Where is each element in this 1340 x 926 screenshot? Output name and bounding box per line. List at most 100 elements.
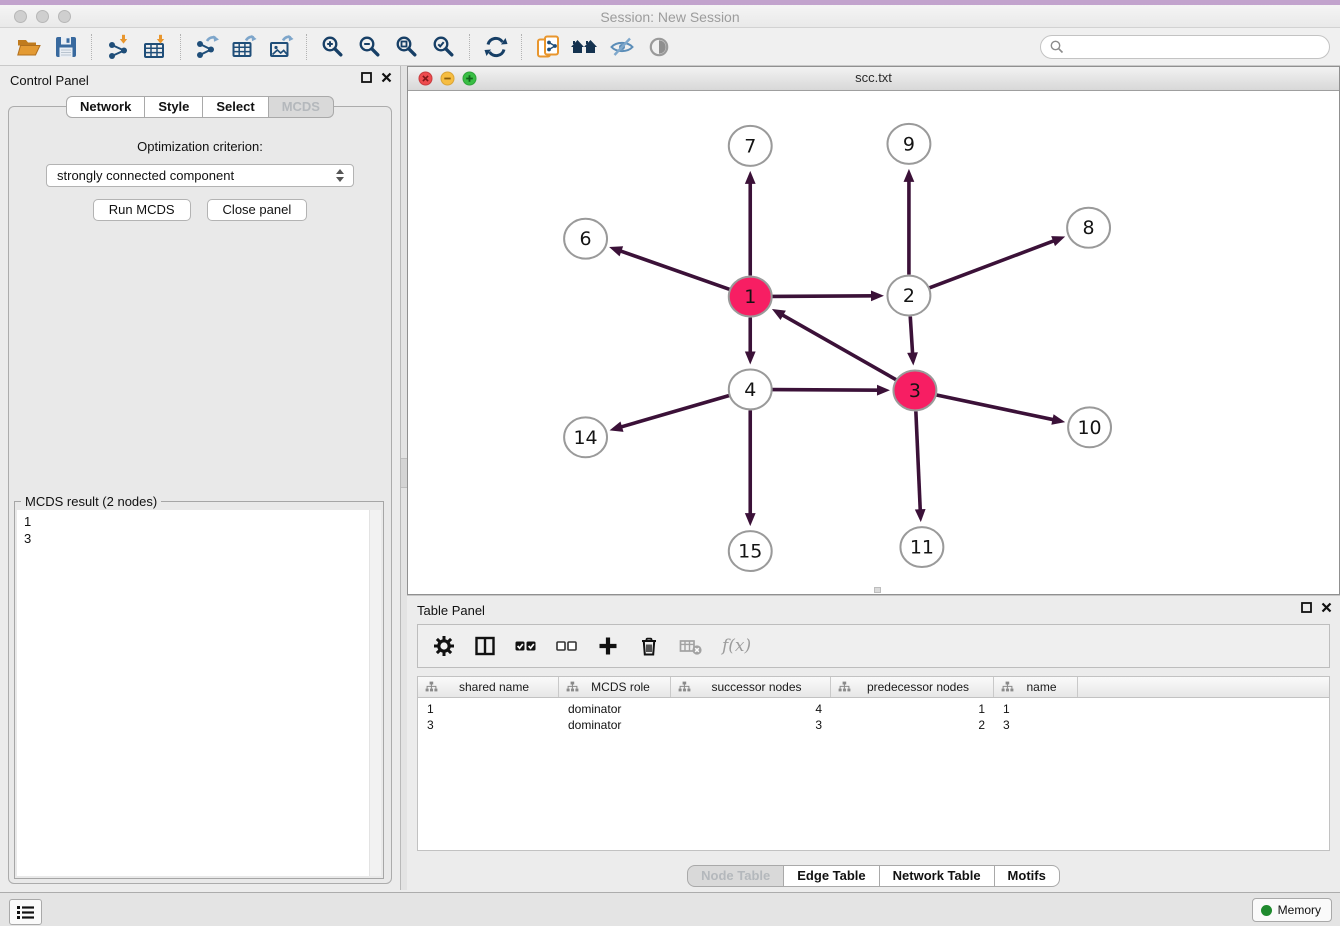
zoom-out-button[interactable]: [351, 31, 388, 63]
clone-network-button[interactable]: [529, 31, 566, 63]
first-neighbors-button[interactable]: [566, 31, 603, 63]
edge-1-to-4[interactable]: [745, 318, 756, 365]
close-panel-icon[interactable]: [1321, 602, 1332, 613]
network-canvas[interactable]: 7 9 6 8 1 2 4 3 14 10 15 11: [408, 90, 1339, 594]
table-panel-tabs: Node TableEdge TableNetwork TableMotifs: [407, 865, 1340, 887]
edge-1-to-6[interactable]: [609, 246, 730, 289]
graph-node-15[interactable]: 15: [729, 531, 772, 571]
export-table-button[interactable]: [225, 31, 262, 63]
tab-edge-table[interactable]: Edge Table: [784, 865, 879, 887]
criterion-select[interactable]: strongly connected component: [46, 164, 354, 187]
minimize-network-button[interactable]: [440, 71, 455, 86]
cell[interactable]: 3: [418, 717, 559, 733]
graph-node-14[interactable]: 14: [564, 417, 607, 457]
tab-node-table[interactable]: Node Table: [687, 865, 784, 887]
delete-row-button[interactable]: [638, 635, 660, 657]
result-scrollbar[interactable]: [369, 510, 381, 876]
column-header-name[interactable]: name: [994, 677, 1078, 697]
edge-4-to-3[interactable]: [771, 385, 890, 396]
column-header-successor-nodes[interactable]: successor nodes: [671, 677, 831, 697]
cell[interactable]: dominator: [559, 701, 671, 717]
cell[interactable]: 2: [831, 717, 994, 733]
refresh-layout-button[interactable]: [477, 31, 514, 63]
task-history-button[interactable]: [9, 899, 42, 925]
graph-node-1[interactable]: 1: [729, 277, 772, 317]
show-column-button[interactable]: [474, 635, 496, 657]
network-window-titlebar[interactable]: scc.txt: [408, 67, 1339, 91]
column-header-shared-name[interactable]: shared name: [418, 677, 559, 697]
edge-1-to-7[interactable]: [745, 171, 756, 276]
close-panel-icon[interactable]: [381, 72, 392, 83]
graph-node-9[interactable]: 9: [887, 124, 930, 164]
open-file-button[interactable]: [10, 31, 47, 63]
import-network-button[interactable]: [99, 31, 136, 63]
edge-3-to-10[interactable]: [935, 395, 1065, 425]
memory-button[interactable]: Memory: [1252, 898, 1332, 922]
control-panel-title: Control Panel: [10, 73, 89, 88]
float-panel-icon[interactable]: [1301, 602, 1312, 613]
close-panel-button[interactable]: Close panel: [207, 199, 308, 221]
cell[interactable]: 4: [671, 701, 831, 717]
edge-4-to-15[interactable]: [745, 410, 756, 526]
tab-network[interactable]: Network: [66, 96, 145, 118]
cell[interactable]: 1: [831, 701, 994, 717]
mcds-result-text[interactable]: 1 3: [17, 510, 381, 550]
tab-select[interactable]: Select: [203, 96, 268, 118]
graph-node-8[interactable]: 8: [1067, 208, 1110, 248]
network-graph[interactable]: 7 9 6 8 1 2 4 3 14 10 15 11: [408, 90, 1339, 594]
graph-node-7[interactable]: 7: [729, 126, 772, 166]
edge-3-to-1[interactable]: [772, 309, 897, 380]
status-bar: Memory: [0, 892, 1340, 926]
float-panel-icon[interactable]: [361, 72, 372, 83]
mcds-result-area[interactable]: 1 3: [17, 510, 381, 876]
zoom-selected-button[interactable]: [425, 31, 462, 63]
graph-node-6[interactable]: 6: [564, 219, 607, 259]
edge-4-to-14[interactable]: [610, 395, 731, 432]
graph-node-11[interactable]: 11: [900, 527, 943, 567]
table-settings-button[interactable]: [433, 635, 455, 657]
zoom-fit-button[interactable]: [388, 31, 425, 63]
column-header-mcds-role[interactable]: MCDS role: [559, 677, 671, 697]
cell[interactable]: 1: [418, 701, 559, 717]
close-network-button[interactable]: [418, 71, 433, 86]
canvas-resize-grip[interactable]: [874, 587, 881, 593]
hide-selected-button[interactable]: [603, 31, 640, 63]
run-mcds-button[interactable]: Run MCDS: [93, 199, 191, 221]
show-all-button[interactable]: [640, 31, 677, 63]
edge-2-to-8[interactable]: [929, 236, 1066, 288]
graph-node-2[interactable]: 2: [887, 276, 930, 316]
cell[interactable]: 3: [994, 717, 1078, 733]
graph-node-10[interactable]: 10: [1068, 407, 1111, 447]
column-header-predecessor-nodes[interactable]: predecessor nodes: [831, 677, 994, 697]
export-network-button[interactable]: [188, 31, 225, 63]
graph-node-4[interactable]: 4: [729, 369, 772, 409]
tab-network-table[interactable]: Network Table: [880, 865, 995, 887]
cell[interactable]: dominator: [559, 717, 671, 733]
tab-mcds[interactable]: MCDS: [269, 96, 334, 118]
cell[interactable]: 1: [994, 701, 1078, 717]
tab-style[interactable]: Style: [145, 96, 203, 118]
edge-1-to-2[interactable]: [771, 290, 884, 301]
svg-text:9: 9: [903, 133, 915, 155]
table-row[interactable]: 3dominator323: [418, 717, 1329, 733]
deselect-all-button[interactable]: [556, 635, 578, 657]
zoom-in-button[interactable]: [314, 31, 351, 63]
table-toolbar: f(x): [417, 624, 1330, 668]
network-window-controls: [418, 71, 477, 86]
select-all-button[interactable]: [515, 635, 537, 657]
maximize-network-button[interactable]: [462, 71, 477, 86]
cell[interactable]: 3: [671, 717, 831, 733]
edge-2-to-9[interactable]: [904, 169, 915, 275]
table-row[interactable]: 1dominator411: [418, 701, 1329, 717]
add-row-button[interactable]: [597, 635, 619, 657]
edge-2-to-3[interactable]: [907, 317, 918, 366]
search-input[interactable]: [1040, 35, 1330, 59]
hierarchy-icon: [1001, 681, 1014, 693]
edge-3-to-11[interactable]: [915, 411, 926, 522]
export-image-button[interactable]: [262, 31, 299, 63]
save-session-button[interactable]: [47, 31, 84, 63]
checked-boxes-icon: [515, 635, 537, 657]
tab-motifs[interactable]: Motifs: [995, 865, 1060, 887]
import-table-button[interactable]: [136, 31, 173, 63]
graph-node-3[interactable]: 3: [893, 370, 936, 410]
